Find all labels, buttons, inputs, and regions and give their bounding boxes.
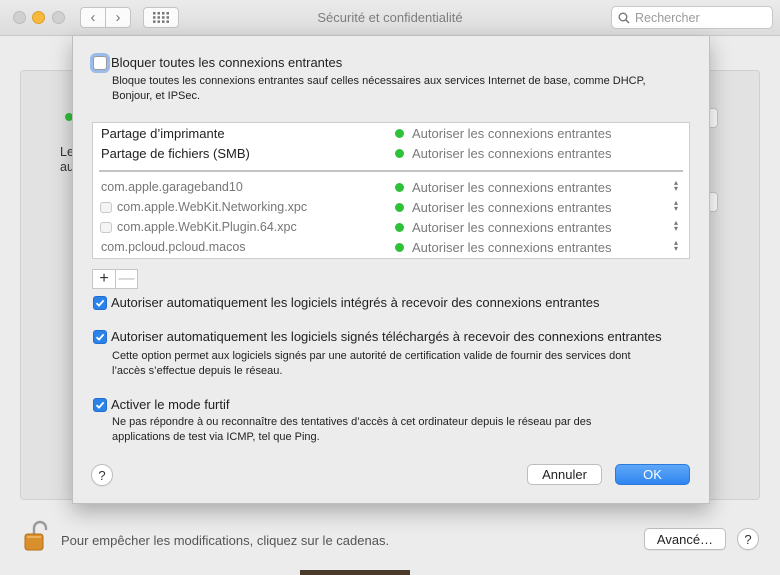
status-dot <box>395 223 404 232</box>
app-icon <box>100 202 112 213</box>
status-dot <box>395 183 404 192</box>
show-all-button[interactable] <box>143 7 179 28</box>
zoom-window-button[interactable] <box>52 11 65 24</box>
app-status: Autoriser les connexions entrantes <box>412 240 612 255</box>
block-all-checkbox[interactable] <box>93 56 107 70</box>
stealth-mode-label: Activer le mode furtif <box>111 397 230 412</box>
service-name: Partage d’imprimante <box>101 126 225 141</box>
back-button[interactable]: ‹ <box>80 7 106 28</box>
minimize-window-button[interactable] <box>32 11 45 24</box>
sheet-help-button[interactable]: ? <box>91 464 113 486</box>
stealth-mode-checkbox[interactable] <box>93 398 107 412</box>
close-window-button[interactable] <box>13 11 26 24</box>
app-row[interactable]: com.apple.WebKit.Plugin.64.xpc Autoriser… <box>93 217 689 237</box>
app-name: com.apple.WebKit.Plugin.64.xpc <box>117 220 297 234</box>
checkmark-icon <box>95 333 105 341</box>
auto-builtin-checkbox[interactable] <box>93 296 107 310</box>
advanced-button[interactable]: Avancé… <box>644 528 726 550</box>
auto-signed-description: Cette option permet aux logiciels signés… <box>112 350 631 377</box>
service-row[interactable]: Partage de fichiers (SMB) Autoriser les … <box>93 143 689 163</box>
status-popup-chevron-icon[interactable]: ▴ ▾ <box>672 219 680 233</box>
app-status: Autoriser les connexions entrantes <box>412 180 612 195</box>
block-all-label: Bloquer toutes les connexions entrantes <box>111 55 343 70</box>
status-dot <box>395 149 404 158</box>
lock-message: Pour empêcher les modifications, cliquez… <box>61 533 390 548</box>
app-row[interactable]: com.apple.WebKit.Networking.xpc Autorise… <box>93 197 689 217</box>
list-separator <box>99 170 683 172</box>
desktop-strip <box>300 570 410 575</box>
help-button[interactable]: ? <box>737 528 759 550</box>
system-preferences-window: ‹ › Sécurité et confidentialité Recherch… <box>0 0 780 575</box>
forward-chevron-icon: › <box>115 9 121 26</box>
block-all-description: Bloque toutes les connexions entrantes s… <box>112 75 646 102</box>
window-title: Sécurité et confidentialité <box>317 10 463 25</box>
app-row[interactable]: com.apple.garageband10 Autoriser les con… <box>93 177 689 197</box>
search-input[interactable] <box>635 10 765 25</box>
grid-icon <box>153 12 169 23</box>
toolbar: ‹ › Sécurité et confidentialité <box>0 0 780 36</box>
app-name: com.apple.WebKit.Networking.xpc <box>117 200 308 214</box>
add-app-button[interactable]: + <box>93 270 115 288</box>
app-name: com.pcloud.pcloud.macos <box>101 240 246 254</box>
back-chevron-icon: ‹ <box>90 9 96 26</box>
auto-signed-checkbox[interactable] <box>93 330 107 344</box>
help-icon: ? <box>744 531 752 547</box>
status-dot <box>395 243 404 252</box>
remove-app-button[interactable]: — <box>115 270 137 288</box>
checkmark-icon <box>95 299 105 307</box>
firewall-apps-list[interactable]: Partage d’imprimante Autoriser les conne… <box>92 122 690 259</box>
app-name: com.apple.garageband10 <box>101 180 243 194</box>
status-popup-chevron-icon[interactable]: ▴ ▾ <box>672 199 680 213</box>
app-icon <box>100 222 112 233</box>
firewall-options-sheet: Bloquer toutes les connexions entrantes … <box>72 36 710 504</box>
cancel-button[interactable]: Annuler <box>527 464 602 485</box>
service-name: Partage de fichiers (SMB) <box>101 146 250 161</box>
search-icon <box>618 12 630 24</box>
app-status: Autoriser les connexions entrantes <box>412 200 612 215</box>
forward-button[interactable]: › <box>105 7 131 28</box>
ok-button[interactable]: OK <box>615 464 690 485</box>
status-dot <box>395 129 404 138</box>
checkmark-icon <box>95 401 105 409</box>
app-row[interactable]: com.pcloud.pcloud.macos Autoriser les co… <box>93 237 689 257</box>
status-popup-chevron-icon[interactable]: ▴ ▾ <box>672 179 680 193</box>
auto-signed-label: Autoriser automatiquement les logiciels … <box>111 329 662 344</box>
service-status: Autoriser les connexions entrantes <box>412 126 612 141</box>
app-status: Autoriser les connexions entrantes <box>412 220 612 235</box>
search-field[interactable] <box>611 6 773 29</box>
status-popup-chevron-icon[interactable]: ▴ ▾ <box>672 239 680 253</box>
status-dot <box>395 203 404 212</box>
stealth-mode-description: Ne pas répondre à ou reconnaître des ten… <box>112 416 592 443</box>
add-remove-control: + — <box>92 269 138 289</box>
service-row[interactable]: Partage d’imprimante Autoriser les conne… <box>93 123 689 143</box>
unlocked-padlock-icon[interactable] <box>24 520 48 552</box>
service-status: Autoriser les connexions entrantes <box>412 146 612 161</box>
help-icon: ? <box>98 467 106 483</box>
auto-builtin-label: Autoriser automatiquement les logiciels … <box>111 295 600 310</box>
